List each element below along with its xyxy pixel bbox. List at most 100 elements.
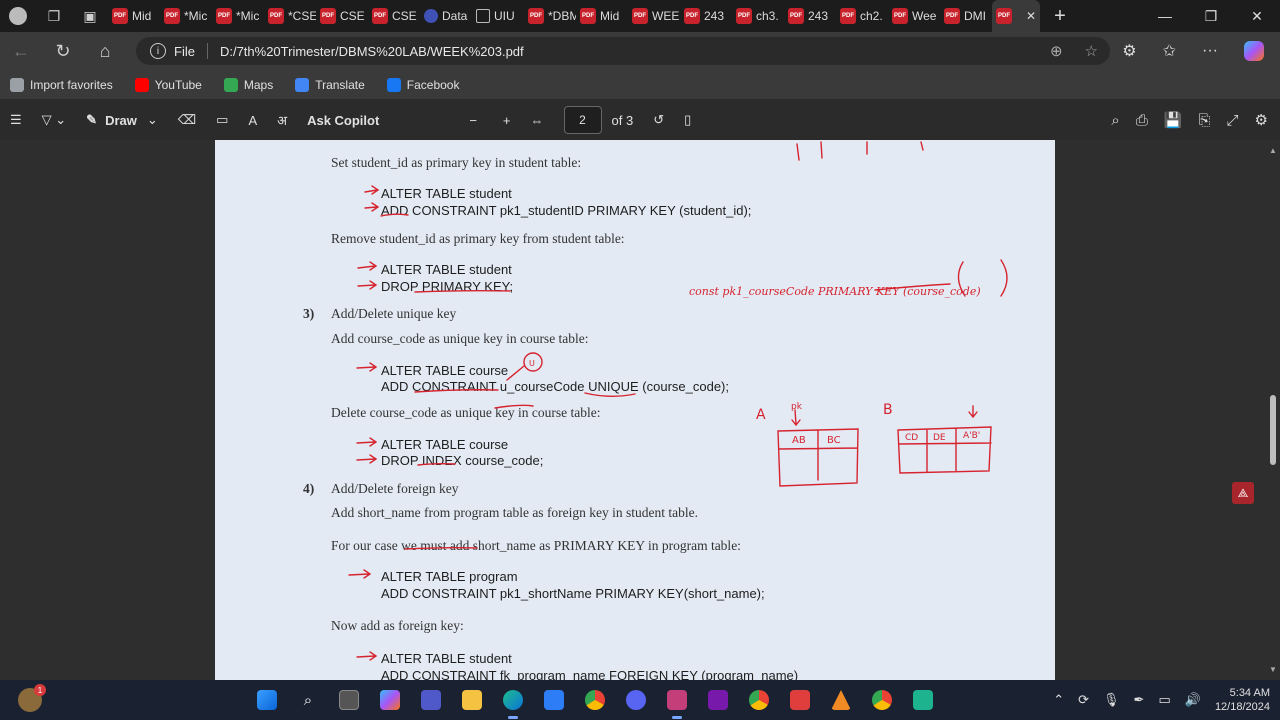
browser-tab[interactable]: PDF *CSE <box>264 0 316 32</box>
text-box-icon[interactable]: ▭ <box>206 100 238 140</box>
browser-tab[interactable]: PDF WEE <box>628 0 680 32</box>
browser-tab[interactable]: Data <box>420 0 472 32</box>
favorites-icon[interactable]: ✩ <box>1163 41 1176 61</box>
favorite-item[interactable]: Import favorites <box>10 77 113 92</box>
browser-tab[interactable]: UIU <box>472 0 524 32</box>
weather-icon[interactable]: 1 <box>18 684 46 712</box>
browser-tab[interactable]: PDF *Mic <box>160 0 212 32</box>
start-button[interactable] <box>252 685 282 715</box>
wps-office-icon[interactable] <box>785 685 815 715</box>
refresh-button[interactable]: ↻ <box>42 32 84 70</box>
edge-icon[interactable] <box>498 685 528 719</box>
app-icon[interactable] <box>908 685 938 715</box>
active-tab[interactable]: PDF ✕ <box>992 0 1040 32</box>
search-icon[interactable]: ⌕ <box>293 685 323 715</box>
page-view-icon[interactable]: ▯ <box>674 100 701 140</box>
clock[interactable]: 5:34 AM 12/18/2024 <box>1215 686 1270 714</box>
eraser-icon[interactable]: ⌫ <box>168 100 206 140</box>
close-window-button[interactable]: ✕ <box>1234 0 1280 32</box>
browser-tab[interactable]: PDF CSE <box>368 0 420 32</box>
browser-tab[interactable]: PDF CSE <box>316 0 368 32</box>
chevron-up-icon[interactable]: ⌃ <box>1053 692 1064 708</box>
browser-tab[interactable]: PDF 243 <box>784 0 836 32</box>
pdf-icon: PDF <box>372 8 388 24</box>
info-icon[interactable]: i <box>150 43 166 59</box>
zoom-icon[interactable]: ⊕ <box>1050 42 1063 60</box>
favorite-star-icon[interactable]: ☆ <box>1085 42 1098 60</box>
copilot-app-icon[interactable] <box>375 685 405 715</box>
browser-tab[interactable]: PDF Wee <box>888 0 940 32</box>
print-icon[interactable]: ⎙ <box>1136 112 1148 129</box>
browser-tab[interactable]: PDF ch3. <box>732 0 784 32</box>
display-icon[interactable]: ▭ <box>1158 692 1170 708</box>
volume-icon[interactable]: 🔊 <box>1185 692 1201 708</box>
chrome-alt-icon[interactable] <box>867 685 897 715</box>
file-explorer-icon[interactable] <box>457 685 487 715</box>
ask-copilot-button[interactable]: Ask Copilot <box>297 100 389 140</box>
copilot-icon[interactable] <box>1244 41 1264 61</box>
acrobat-icon[interactable]: ⟁ <box>1232 482 1254 504</box>
favorite-item[interactable]: Maps <box>223 77 273 92</box>
minimize-button[interactable]: — <box>1142 0 1188 32</box>
contents-icon[interactable]: ☰ <box>0 100 32 140</box>
chrome-profile-icon[interactable] <box>744 685 774 715</box>
read-aloud-icon[interactable]: A <box>238 100 267 140</box>
back-button[interactable]: ← <box>0 32 42 70</box>
browser-tab[interactable]: PDF *Mic <box>212 0 264 32</box>
vertical-scrollbar[interactable]: ▲ ▼ <box>1266 140 1280 680</box>
full-screen-icon[interactable]: ⤢ <box>1227 112 1239 129</box>
restore-button[interactable]: ❐ <box>1188 0 1234 32</box>
fit-page-icon[interactable]: ⇔ <box>521 100 554 140</box>
favorite-item[interactable]: Facebook <box>386 77 459 92</box>
highlight-icon[interactable]: ▽ ⌄ <box>32 100 77 140</box>
zoom-in-button[interactable]: + <box>493 100 521 140</box>
microphone-icon[interactable]: 🎙 <box>1103 692 1120 708</box>
browser-tab[interactable]: PDF Mid <box>576 0 628 32</box>
onenote-icon[interactable] <box>703 685 733 715</box>
teams-icon[interactable] <box>416 685 446 715</box>
browser-tab[interactable]: PDF 243 <box>680 0 732 32</box>
scroll-down-icon[interactable]: ▼ <box>1269 665 1277 674</box>
browser-tab[interactable]: PDF *DBM <box>524 0 576 32</box>
save-icon[interactable]: 💾 <box>1164 111 1183 129</box>
scroll-up-icon[interactable]: ▲ <box>1269 146 1277 155</box>
url-text[interactable]: D:/7th%20Trimester/DBMS%20LAB/WEEK%203.p… <box>220 44 524 59</box>
draw-label: Draw <box>105 112 137 128</box>
vlc-icon[interactable] <box>826 685 856 715</box>
chrome-icon[interactable] <box>580 685 610 715</box>
favorite-item[interactable]: Translate <box>295 77 365 92</box>
rotate-icon[interactable]: ↺ <box>643 100 674 140</box>
browser-tab[interactable]: PDF DMI <box>940 0 992 32</box>
extensions-icon[interactable]: ⚙ <box>1122 41 1136 61</box>
task-view-icon[interactable] <box>334 685 364 715</box>
address-actions: ⊕ ☆ <box>1050 42 1098 60</box>
save-as-icon[interactable]: ⎘ <box>1199 112 1211 129</box>
tab-label: 243 <box>808 9 829 23</box>
workspaces-icon[interactable]: ❐ <box>36 0 72 32</box>
profile-avatar[interactable] <box>0 0 36 32</box>
notification-badge: 1 <box>34 684 46 696</box>
store-icon[interactable] <box>539 685 569 715</box>
settings-gear-icon[interactable]: ⚙ <box>1255 111 1268 129</box>
pdf-viewer[interactable]: Set student_id as primary key in student… <box>0 140 1280 680</box>
page-number-input[interactable]: 2 <box>563 106 602 134</box>
address-bar[interactable]: i File D:/7th%20Trimester/DBMS%20LAB/WEE… <box>136 37 1110 65</box>
discord-icon[interactable] <box>621 685 651 715</box>
home-button[interactable]: ⌂ <box>84 32 126 70</box>
vertical-tabs-icon[interactable]: ▣ <box>72 0 108 32</box>
favorite-item[interactable]: YouTube <box>134 77 202 92</box>
new-tab-button[interactable]: + <box>1040 5 1080 28</box>
browser-tab[interactable]: PDF ch2. <box>836 0 888 32</box>
scrollbar-thumb[interactable] <box>1270 395 1276 465</box>
zoom-out-button[interactable]: − <box>459 100 487 140</box>
close-tab-icon[interactable]: ✕ <box>1026 9 1036 23</box>
bracket-marks <box>957 259 1008 297</box>
search-icon[interactable]: ⌕ <box>1111 112 1119 129</box>
sync-icon[interactable]: ⟳ <box>1078 692 1089 708</box>
browser-tab[interactable]: PDF Mid <box>108 0 160 32</box>
draw-button[interactable]: ✎ Draw ⌄ <box>76 100 168 140</box>
more-menu-icon[interactable]: ··· <box>1202 42 1218 60</box>
translate-icon[interactable]: अ <box>267 100 297 140</box>
snipping-tool-icon[interactable] <box>662 685 692 719</box>
pen-icon[interactable]: ✒ <box>1134 692 1145 708</box>
